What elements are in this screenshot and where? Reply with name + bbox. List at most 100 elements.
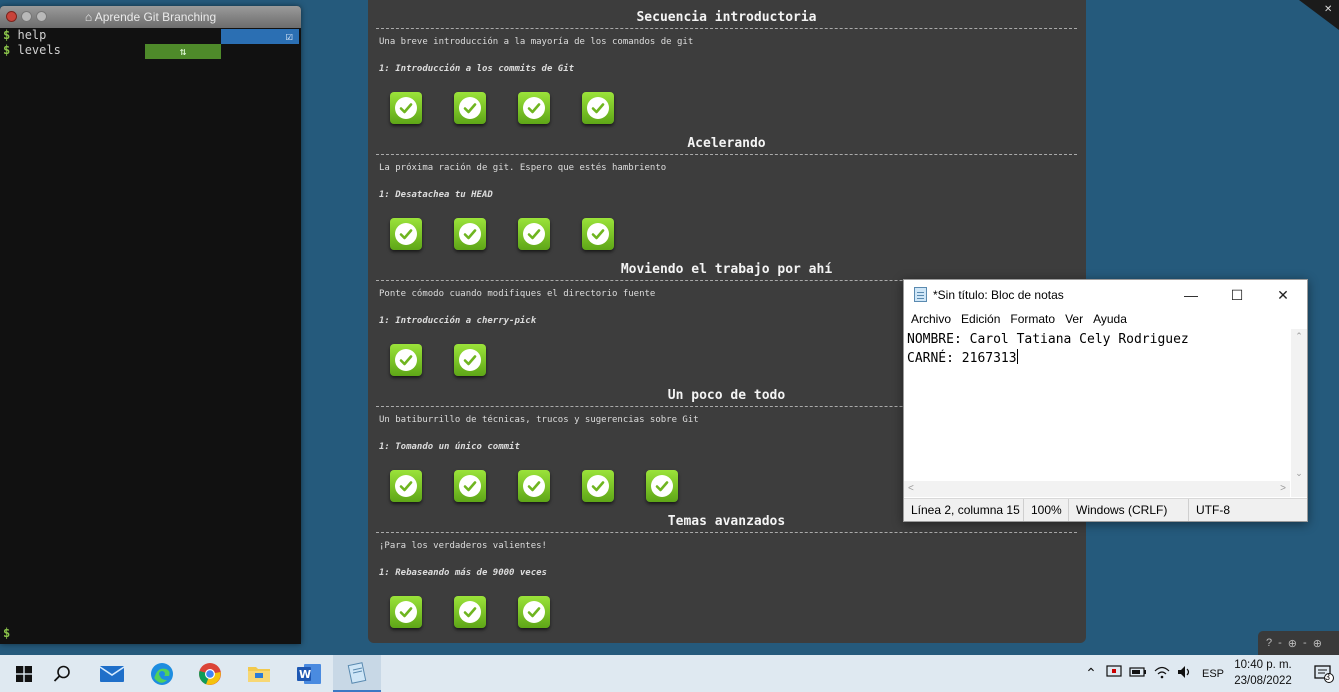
sequence-description: ¡Para los verdaderos valientes!: [379, 541, 547, 551]
level-button[interactable]: [390, 596, 422, 628]
level-button[interactable]: [390, 218, 422, 250]
terminal-line: $ help: [3, 28, 47, 42]
checkmark-icon: [523, 475, 545, 497]
chrome-icon[interactable]: [186, 655, 234, 692]
help-icon[interactable]: ?: [1266, 637, 1272, 649]
notepad-taskbar-icon[interactable]: [333, 655, 381, 692]
level-button[interactable]: [390, 344, 422, 376]
wifi-icon[interactable]: [1150, 665, 1174, 682]
terminal-body[interactable]: ☑ ⇅ $ help $ levels $: [0, 28, 301, 644]
scroll-up-icon[interactable]: ⌃: [1291, 331, 1307, 342]
minimize-button[interactable]: —: [1168, 284, 1214, 306]
globe-icon[interactable]: ⊕: [1288, 637, 1297, 650]
notepad-window[interactable]: *Sin título: Bloc de notas — ☐ ✕ Archivo…: [903, 279, 1308, 522]
sequence-title: Secuencia introductoria: [376, 8, 1077, 29]
notification-icon[interactable]: 3: [1312, 655, 1336, 692]
terminal-window[interactable]: ⌂ Aprende Git Branching ☑ ⇅ $ help $ lev…: [0, 6, 301, 644]
level-buttons: [390, 470, 678, 502]
screen-icon[interactable]: [1102, 665, 1126, 682]
checkmark-icon: [395, 97, 417, 119]
status-zoom: 100%: [1024, 499, 1069, 521]
notification-count: 3: [1325, 672, 1331, 682]
sequence-title: Acelerando: [376, 134, 1077, 155]
level-sequence: Acelerando La próxima ración de git. Espe…: [376, 134, 1077, 260]
svg-text:W: W: [299, 668, 311, 681]
battery-icon[interactable]: [1126, 667, 1150, 680]
menu-ayuda[interactable]: Ayuda: [1089, 309, 1133, 329]
status-position: Línea 2, columna 15: [904, 499, 1024, 521]
notepad-app-icon: [914, 287, 927, 302]
horizontal-scrollbar[interactable]: < >: [904, 481, 1290, 497]
menu-formato[interactable]: Formato: [1006, 309, 1061, 329]
level-button[interactable]: [582, 218, 614, 250]
language-indicator[interactable]: ESP: [1196, 668, 1230, 680]
mail-icon[interactable]: [88, 655, 136, 692]
notepad-menubar: Archivo Edición Formato Ver Ayuda: [904, 309, 1307, 329]
terminal-prompt[interactable]: $: [3, 626, 10, 640]
checkmark-icon: [651, 475, 673, 497]
notepad-titlebar[interactable]: *Sin título: Bloc de notas — ☐ ✕: [904, 280, 1307, 309]
clock[interactable]: 10:40 p. m. 23/08/2022: [1231, 657, 1295, 689]
checkmark-icon: [587, 97, 609, 119]
scroll-left-icon[interactable]: <: [908, 483, 914, 494]
checkmark-icon: [459, 601, 481, 623]
sequence-description: La próxima ración de git. Espero que est…: [379, 163, 667, 173]
sequence-description: Una breve introducción a la mayoría de l…: [379, 37, 694, 47]
level-button[interactable]: [518, 596, 550, 628]
checkmark-icon: [459, 97, 481, 119]
level-button[interactable]: [390, 92, 422, 124]
vertical-scrollbar[interactable]: ⌃ ⌄: [1291, 329, 1307, 481]
github-icon[interactable]: ⊕: [1313, 637, 1322, 650]
level-button[interactable]: [454, 92, 486, 124]
level-button[interactable]: [582, 92, 614, 124]
level-sequence: Secuencia introductoria Una breve introdu…: [376, 8, 1077, 134]
checkmark-icon: [395, 601, 417, 623]
corner-close-icon[interactable]: ✕: [1279, 0, 1339, 30]
checkmark-icon: [587, 475, 609, 497]
checkmark-icon: [459, 475, 481, 497]
sequence-subtitle: 1: Introducción a los commits de Git: [379, 64, 575, 74]
level-button[interactable]: [454, 470, 486, 502]
menu-ver[interactable]: Ver: [1061, 309, 1089, 329]
level-button[interactable]: [518, 92, 550, 124]
terminal-titlebar[interactable]: ⌂ Aprende Git Branching: [0, 6, 301, 28]
level-button[interactable]: [518, 470, 550, 502]
level-button[interactable]: [454, 344, 486, 376]
menu-edicion[interactable]: Edición: [957, 309, 1006, 329]
search-icon[interactable]: [38, 655, 86, 692]
text-caret: [1016, 349, 1018, 364]
checkmark-icon: [395, 349, 417, 371]
text-line-1: NOMBRE: Carol Tatiana Cely Rodriguez: [907, 332, 1189, 347]
notepad-title: *Sin título: Bloc de notas: [933, 288, 1064, 302]
maximize-button[interactable]: ☐: [1214, 284, 1260, 306]
sequence-subtitle: 1: Rebaseando más de 9000 veces: [379, 568, 547, 578]
level-button[interactable]: [518, 218, 550, 250]
level-button[interactable]: [390, 470, 422, 502]
notepad-text-area[interactable]: NOMBRE: Carol Tatiana Cely Rodriguez CAR…: [904, 329, 1290, 481]
sequence-title: Moviendo el trabajo por ahí: [376, 260, 1077, 281]
level-sequence: Temas avanzados ¡Para los verdaderos vali…: [376, 512, 1077, 638]
scroll-down-icon[interactable]: ⌄: [1291, 468, 1307, 479]
close-button[interactable]: ✕: [1260, 284, 1306, 306]
level-button[interactable]: [454, 218, 486, 250]
level-button[interactable]: [582, 470, 614, 502]
menu-archivo[interactable]: Archivo: [907, 309, 957, 329]
terminal-title: ⌂ Aprende Git Branching: [84, 10, 217, 24]
system-tray: ⌃ ESP: [1080, 655, 1230, 692]
text-line-2: CARNÉ: 2167313: [907, 351, 1017, 366]
word-icon[interactable]: W: [285, 655, 333, 692]
status-encoding: UTF-8: [1196, 503, 1230, 517]
chevron-up-icon[interactable]: ⌃: [1080, 665, 1102, 682]
taskbar: W ⌃ ESP 10:40 p. m. 23/08/2022 3: [0, 655, 1339, 692]
checkmark-icon: [523, 97, 545, 119]
checkmark-icon: [395, 475, 417, 497]
level-button[interactable]: [646, 470, 678, 502]
file-explorer-icon[interactable]: [235, 655, 283, 692]
level-button[interactable]: [454, 596, 486, 628]
volume-icon[interactable]: [1174, 665, 1196, 682]
edge-icon[interactable]: [138, 655, 186, 692]
scroll-right-icon[interactable]: >: [1280, 483, 1286, 494]
status-eol: Windows (CRLF): [1069, 499, 1189, 521]
separator: -: [1278, 637, 1282, 649]
terminal-line: $ levels: [3, 43, 61, 57]
